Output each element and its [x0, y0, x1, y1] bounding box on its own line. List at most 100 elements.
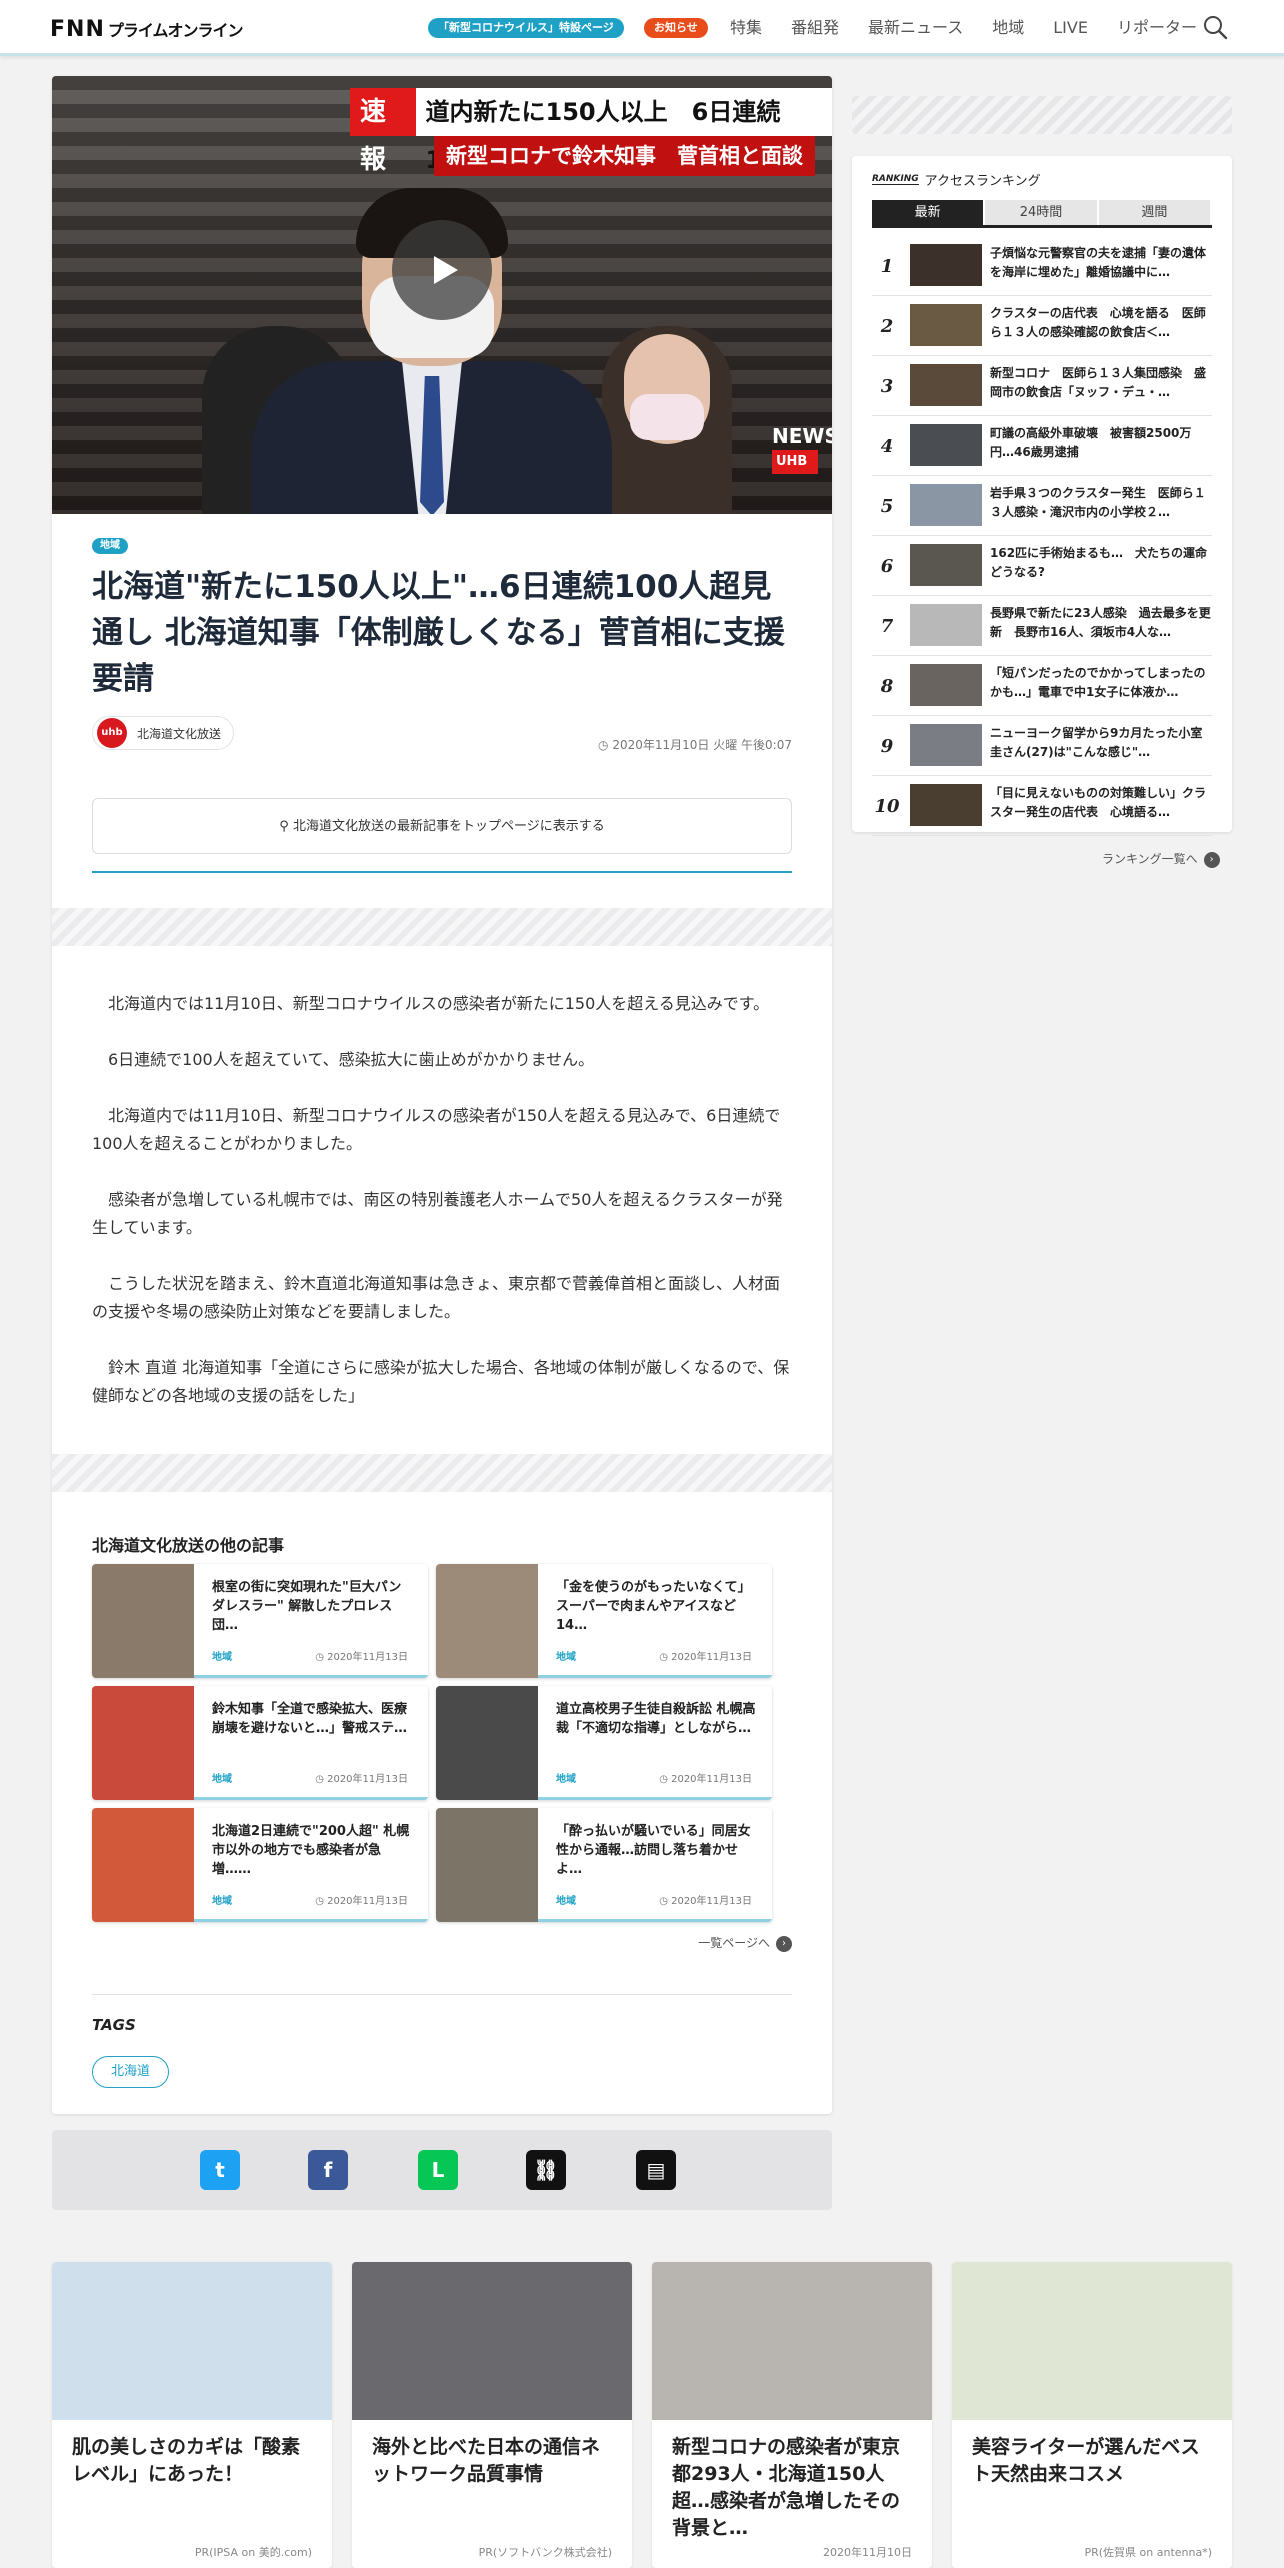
nav-feature[interactable]: 特集	[730, 16, 762, 40]
follow-source-button[interactable]: ⚲ 北海道文化放送の最新記事をトップページに表示する	[92, 798, 792, 854]
ranking-item[interactable]: 1 子煩悩な元警察官の夫を逮捕「妻の遺体を海岸に埋めた」離婚協議中に…	[872, 236, 1212, 296]
tab-latest[interactable]: 最新	[872, 200, 984, 225]
ranking-item[interactable]: 4 町議の高級外車破壊 被害額2500万円…46歳男逮捕	[872, 416, 1212, 476]
recommended-card[interactable]: 新型コロナの感染者が東京都293人・北海道150人超…感染者が急増したその背景と…	[652, 2262, 932, 2568]
recommended-ads: 肌の美しさのカギは「酸素レベル」にあった！ PR(IPSA on 美的.com) 海…	[52, 2262, 1232, 2568]
clock-icon: ◷	[598, 738, 613, 752]
clock-icon: ◷	[659, 1652, 672, 1663]
other-article-category: 地域	[212, 1896, 232, 1907]
logo-sub: プライムオンライン	[107, 21, 244, 40]
recommended-title: 美容ライターが選んだベスト天然由来コスメ	[972, 2436, 1200, 2485]
ranking-title-text: アクセスランキング	[924, 174, 1041, 189]
ranking-number: 7	[880, 616, 894, 637]
ranking-item[interactable]: 2 クラスターの店代表 心境を語る 医師ら１３人の感染確認の飲食店＜…	[872, 296, 1212, 356]
tag-hokkaido[interactable]: 北海道	[92, 2056, 170, 2088]
source-chip[interactable]: uhb 北海道文化放送	[92, 716, 235, 750]
nav-programs[interactable]: 番組発	[791, 16, 839, 40]
article-date: ◷ 2020年11月10日 火曜 午後0:07	[598, 736, 792, 753]
recommended-card[interactable]: 肌の美しさのカギは「酸素レベル」にあった！ PR(IPSA on 美的.com)	[52, 2262, 332, 2568]
facebook-icon: f	[323, 2158, 333, 2182]
search-icon[interactable]	[1202, 14, 1228, 40]
ranking-item[interactable]: 3 新型コロナ 医師ら１３人集団感染 盛岡市の飲食店「ヌッフ・デュ・…	[872, 356, 1212, 416]
other-article-category: 地域	[212, 1652, 232, 1663]
other-article-category: 地域	[556, 1896, 576, 1907]
line-share-button[interactable]: L	[418, 2150, 458, 2190]
chevron-right-icon: ›	[776, 1935, 792, 1952]
ranking-more-link[interactable]: ランキング一覧へ ›	[1102, 850, 1220, 868]
ranking-thumbnail	[910, 484, 982, 526]
uhb-news-logo: NEWS UHB	[772, 426, 832, 482]
twitter-icon: t	[215, 2158, 225, 2182]
ranking-list: 1 子煩悩な元警察官の夫を逮捕「妻の遺体を海岸に埋めた」離婚協議中に… 2 クラスター…	[872, 236, 1212, 836]
other-articles-more-link[interactable]: 一覧ページへ ›	[698, 1934, 792, 1952]
ranking-item[interactable]: 9 ニューヨーク留学から9カ月たった小室圭さん(27)は"こんな感じ"…	[872, 716, 1212, 776]
ranking-number: 2	[880, 316, 894, 337]
ranking-number: 10	[874, 796, 900, 817]
tab-24h[interactable]: 24時間	[985, 200, 1097, 225]
main-nav: 特集 番組発 最新ニュース 地域 LIVE リポーター	[730, 16, 1226, 40]
clock-icon: ◷	[315, 1774, 328, 1785]
other-article-title: 北海道2日連続で"200人超" 札幌市以外の地方でも感染者が急増……	[212, 1824, 410, 1877]
follow-source-label: 北海道文化放送の最新記事をトップページに表示する	[292, 819, 605, 834]
recommended-card[interactable]: 美容ライターが選んだベスト天然由来コスメ PR(佐賀県 on antenna*)	[952, 2262, 1232, 2568]
other-article-card[interactable]: 北海道2日連続で"200人超" 札幌市以外の地方でも感染者が急増…… 地域 ◷ 20…	[92, 1808, 428, 1922]
nav-reporter[interactable]: リポーター	[1117, 16, 1197, 40]
recommended-image	[652, 2262, 932, 2420]
ranking-title: RANKING アクセスランキング	[872, 170, 1041, 189]
article-card: 速報 道内新たに150人以上 6日連続100人超 新型コロナで鈴木知事 菅首相と…	[52, 76, 832, 2114]
other-article-thumbnail	[436, 1564, 538, 1678]
ranking-item-title: 岩手県３つのクラスター発生 医師ら１３人感染・滝沢市内の小学校２…	[990, 486, 1206, 519]
play-icon[interactable]	[392, 220, 492, 320]
other-article-thumbnail	[92, 1808, 194, 1922]
category-badge[interactable]: 地域	[92, 538, 128, 554]
other-article-title: 「酔っ払いが騒いでいる」同居女性から通報…訪問し落ち着かせよ…	[556, 1824, 751, 1877]
ranking-thumbnail	[910, 604, 982, 646]
other-article-card[interactable]: 「金を使うのがもったいなくて」スーパーで肉まんやアイスなど14… 地域 ◷ 2020…	[436, 1564, 772, 1678]
other-article-date-text: 2020年11月13日	[671, 1896, 752, 1907]
video-player[interactable]: 速報 道内新たに150人以上 6日連続100人超 新型コロナで鈴木知事 菅首相と…	[52, 76, 832, 514]
comment-icon: ▤	[646, 2158, 666, 2182]
ranking-item[interactable]: 7 長野県で新たに23人感染 過去最多を更新 長野市16人、須坂市4人な…	[872, 596, 1212, 656]
breaking-text: 道内新たに150人以上 6日連続100人超	[415, 88, 832, 174]
other-article-card[interactable]: 「酔っ払いが騒いでいる」同居女性から通報…訪問し落ち着かせよ… 地域 ◷ 2020年…	[436, 1808, 772, 1922]
other-article-category: 地域	[556, 1652, 576, 1663]
other-article-card[interactable]: 根室の街に突如現れた"巨大パンダレスラー" 解散したプロレス団… 地域 ◷ 2020…	[92, 1564, 428, 1678]
facebook-share-button[interactable]: f	[308, 2150, 348, 2190]
recommended-source: PR(佐賀県 on antenna*)	[1084, 2546, 1212, 2559]
site-logo[interactable]: FNN プライムオンライン	[50, 17, 244, 42]
nav-live[interactable]: LIVE	[1053, 16, 1088, 40]
covid-special-page-link[interactable]: 「新型コロナウイルス」特設ページ	[428, 18, 624, 38]
other-articles-grid: 根室の街に突如現れた"巨大パンダレスラー" 解散したプロレス団… 地域 ◷ 2020…	[92, 1564, 772, 1922]
clock-icon: ◷	[659, 1774, 672, 1785]
other-article-category: 地域	[556, 1774, 576, 1785]
article-paragraph: 北海道内では11月10日、新型コロナウイルスの感染者が150人を超える見込みで、…	[92, 1106, 781, 1153]
other-article-card[interactable]: 道立高校男子生徒自殺訴訟 札幌高裁「不適切な指導」としながら… 地域 ◷ 2020年…	[436, 1686, 772, 1800]
comment-share-button[interactable]: ▤	[636, 2150, 676, 2190]
tab-weekly[interactable]: 週間	[1098, 200, 1210, 225]
ranking-thumbnail	[910, 724, 982, 766]
recommended-card[interactable]: 海外と比べた日本の通信ネットワーク品質事情 PR(ソフトバンク株式会社)	[352, 2262, 632, 2568]
other-article-title: 根室の街に突如現れた"巨大パンダレスラー" 解散したプロレス団…	[212, 1580, 402, 1633]
nav-latest-news[interactable]: 最新ニュース	[868, 16, 963, 40]
other-article-card[interactable]: 鈴木知事「全道で感染拡大、医療崩壊を避けないと…」警戒ステ… 地域 ◷ 2020年1…	[92, 1686, 428, 1800]
ranking-item[interactable]: 5 岩手県３つのクラスター発生 医師ら１３人感染・滝沢市内の小学校２…	[872, 476, 1212, 536]
recommended-image	[52, 2262, 332, 2420]
clock-icon: ◷	[315, 1896, 328, 1907]
ranking-thumbnail	[910, 664, 982, 706]
ranking-more-label: ランキング一覧へ	[1102, 852, 1198, 866]
ranking-number: 8	[880, 676, 894, 697]
video-sub-banner: 新型コロナで鈴木知事 菅首相と面談	[434, 136, 815, 176]
article-paragraph: 6日連続で100人を超えていて、感染拡大に歯止めがかかりません。	[108, 1050, 595, 1069]
video-person-right-mask	[630, 394, 704, 440]
copy-link-share-button[interactable]: ⛓	[526, 2150, 566, 2190]
other-article-date: ◷ 2020年11月13日	[315, 1770, 408, 1785]
ad-placeholder-bottom	[52, 1454, 832, 1492]
ranking-thumbnail	[910, 424, 982, 466]
notice-link[interactable]: お知らせ	[644, 18, 708, 38]
recommended-title: 新型コロナの感染者が東京都293人・北海道150人超…感染者が急増したその背景と…	[672, 2436, 901, 2539]
ranking-item[interactable]: 10 「目に見えないものの対策難しい」クラスター発生の店代表 心境語る…	[872, 776, 1212, 836]
twitter-share-button[interactable]: t	[200, 2150, 240, 2190]
nav-region[interactable]: 地域	[992, 16, 1024, 40]
ranking-item[interactable]: 8 「短パンだったのでかかってしまったのかも…」電車で中1女子に体液か…	[872, 656, 1212, 716]
ranking-item[interactable]: 6 162匹に手術始まるも… 犬たちの運命どうなる?	[872, 536, 1212, 596]
